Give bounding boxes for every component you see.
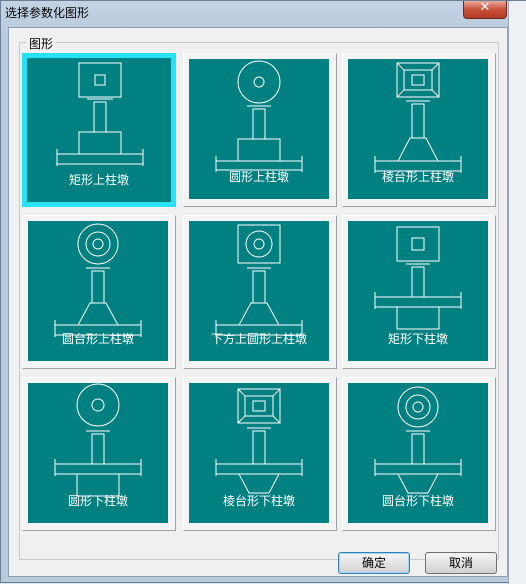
tile-frustum-lower-pier[interactable]: 棱台形下柱墩: [183, 377, 337, 531]
tile-bg: 矩形下柱墩: [348, 221, 488, 361]
dialog-window: 选择参数化图形 ✕ 图形 矩形上柱墩 圆形上柱墩 棱台形上柱墩 圆台形上柱墩 下…: [0, 0, 526, 584]
tile-bg: 圆形下柱墩: [28, 383, 168, 523]
tile-label: 棱台形下柱墩: [222, 494, 295, 508]
tile-square-round-upper-pier[interactable]: 下方上圆形上柱墩: [183, 215, 337, 369]
background-window-edge: [508, 1, 526, 584]
tile-label: 棱台形上柱墩: [381, 170, 454, 184]
tile-bg: 圆形上柱墩: [189, 59, 329, 199]
tile-bg: 棱台形下柱墩: [189, 383, 329, 523]
title-bar[interactable]: 选择参数化图形 ✕: [1, 0, 526, 25]
tile-label: 圆形下柱墩: [67, 494, 128, 508]
close-button[interactable]: ✕: [463, 0, 507, 19]
tile-label: 圆形上柱墩: [228, 170, 289, 184]
tile-label: 圆台形上柱墩: [61, 332, 134, 346]
ok-button[interactable]: 确定: [338, 552, 410, 574]
tile-label: 圆台形下柱墩: [381, 494, 454, 508]
shape-groupbox: 图形 矩形上柱墩 圆形上柱墩 棱台形上柱墩 圆台形上柱墩 下方上圆形上柱墩 矩形…: [19, 35, 499, 560]
tile-label: 矩形上柱墩: [68, 173, 129, 187]
cancel-button[interactable]: 取消: [425, 552, 497, 574]
tile-bg: 下方上圆形上柱墩: [189, 221, 329, 361]
tile-round-upper-pier[interactable]: 圆形上柱墩: [183, 53, 337, 207]
tile-bg: 矩形上柱墩: [27, 58, 171, 202]
tile-bg: 圆台形下柱墩: [348, 383, 488, 523]
tile-bg: 圆台形上柱墩: [28, 221, 168, 361]
tile-bg: 棱台形上柱墩: [348, 59, 488, 199]
tile-label: 下方上圆形上柱墩: [210, 332, 307, 346]
tile-cone-lower-pier[interactable]: 圆台形下柱墩: [342, 377, 496, 531]
window-title: 选择参数化图形: [5, 6, 90, 20]
dialog-client-area: 图形 矩形上柱墩 圆形上柱墩 棱台形上柱墩 圆台形上柱墩 下方上圆形上柱墩 矩形…: [8, 27, 508, 577]
tile-cone-upper-pier[interactable]: 圆台形上柱墩: [22, 215, 176, 369]
tile-frustum-upper-pier[interactable]: 棱台形上柱墩: [342, 53, 496, 207]
tile-label: 矩形下柱墩: [387, 332, 448, 346]
tile-rect-lower-pier[interactable]: 矩形下柱墩: [342, 215, 496, 369]
tile-rect-upper-pier[interactable]: 矩形上柱墩: [22, 53, 176, 207]
tile-round-lower-pier[interactable]: 圆形下柱墩: [22, 377, 176, 531]
group-label: 图形: [26, 35, 57, 52]
close-icon: ✕: [479, 0, 491, 15]
